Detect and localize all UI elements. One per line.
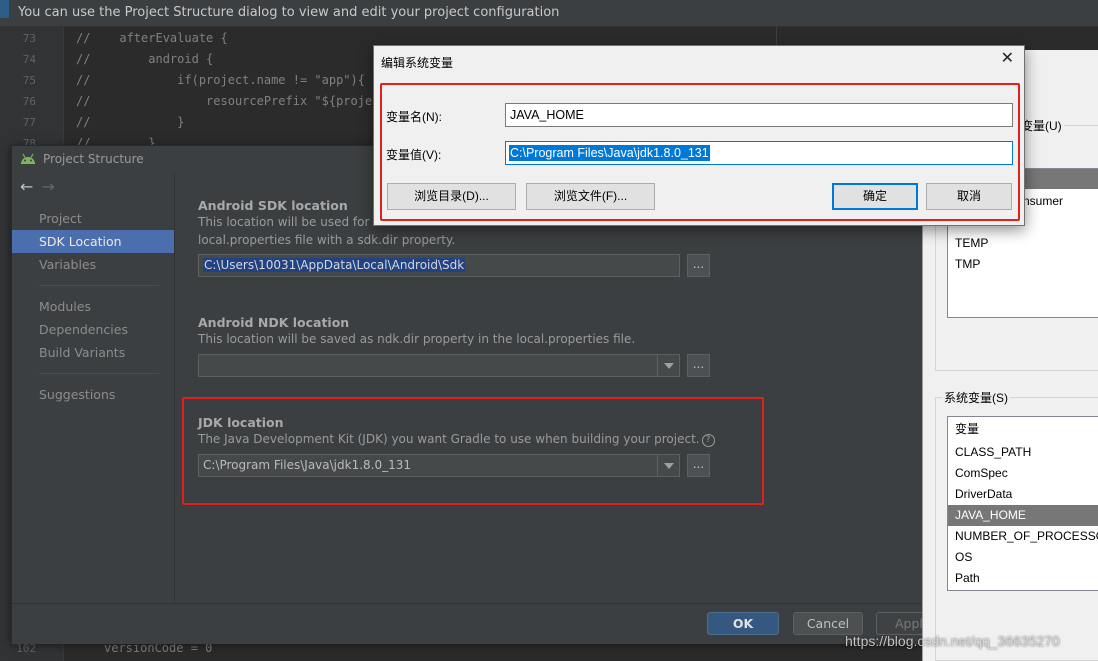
list-column-header[interactable]: 变量	[948, 419, 1098, 440]
system-vars-list[interactable]: 变量 CLASS_PATH ComSpec DriverData JAVA_HO…	[947, 416, 1098, 591]
close-icon[interactable]: ✕	[1001, 51, 1014, 67]
ndk-section-desc: This location will be saved as ndk.dir p…	[198, 332, 636, 346]
ndk-browse-button[interactable]: ...	[687, 354, 710, 377]
nav-item-modules[interactable]: Modules	[12, 295, 174, 318]
list-item[interactable]: OS	[948, 547, 1098, 568]
edit-annotation-box	[380, 83, 1020, 221]
forward-arrow-icon[interactable]: →	[41, 177, 54, 196]
list-item-selected[interactable]: JAVA_HOME	[948, 505, 1098, 526]
nav-item-project[interactable]: Project	[12, 207, 174, 230]
jdk-annotation-box	[182, 397, 764, 505]
cancel-button[interactable]: Cancel	[793, 612, 863, 635]
back-arrow-icon[interactable]: ←	[20, 177, 33, 196]
ide-badge	[0, 0, 9, 18]
nav-item-suggestions[interactable]: Suggestions	[12, 383, 174, 406]
list-item[interactable]: NUMBER_OF_PROCESSO	[948, 526, 1098, 547]
sdk-path-value: C:\Users\10031\AppData\Local\Android\Sdk	[203, 258, 466, 272]
nav-item-sdk-location[interactable]: SDK Location	[12, 230, 174, 253]
edit-system-variable-dialog: 编辑系统变量 ✕ 变量名(N): JAVA_HOME 变量值(V): C:\Pr…	[373, 45, 1025, 226]
sdk-section-desc: This location will be used for r	[198, 215, 379, 229]
sdk-browse-button[interactable]: ...	[687, 254, 710, 277]
list-item[interactable]: TMP	[948, 254, 1098, 275]
ok-button[interactable]: OK	[707, 612, 779, 635]
ide-tip-bar: You can use the Project Structure dialog…	[0, 0, 1098, 27]
dialog-title: Project Structure	[43, 152, 144, 166]
sdk-section-title: Android SDK location	[198, 198, 348, 213]
nav-arrows: ← →	[20, 177, 55, 196]
ndk-path-combobox[interactable]	[198, 354, 680, 377]
android-icon	[21, 153, 35, 164]
nav-item-variables[interactable]: Variables	[12, 253, 174, 276]
nav-separator	[39, 285, 159, 286]
list-item[interactable]: ComSpec	[948, 463, 1098, 484]
nav-item-dependencies[interactable]: Dependencies	[12, 318, 174, 341]
sdk-path-field[interactable]: C:\Users\10031\AppData\Local\Android\Sdk	[198, 254, 680, 277]
chevron-down-icon[interactable]	[657, 355, 679, 376]
sdk-section-desc-2: local.properties file with a sdk.dir pro…	[198, 233, 456, 247]
list-item[interactable]: TEMP	[948, 233, 1098, 254]
list-item[interactable]: DriverData	[948, 484, 1098, 505]
dialog-title: 编辑系统变量	[381, 56, 454, 70]
watermark: https://blog.csdn.net/qq_36635270	[845, 633, 1060, 649]
list-item[interactable]: CLASS_PATH	[948, 442, 1098, 463]
user-vars-group-label: 变量(U)	[1019, 117, 1064, 134]
ide-tip-text: You can use the Project Structure dialog…	[18, 5, 560, 20]
settings-nav: ← → Project SDK Location Variables Module…	[12, 173, 174, 603]
list-item[interactable]: Path	[948, 568, 1098, 589]
system-vars-group-label: 系统变量(S)	[942, 389, 1010, 406]
nav-separator	[39, 373, 159, 374]
nav-item-build-variants[interactable]: Build Variants	[12, 341, 174, 364]
sdk-location-panel: Android SDK location This location will …	[174, 173, 922, 603]
dialog-footer: OK Cancel Appl	[12, 603, 936, 644]
ndk-section-title: Android NDK location	[198, 315, 350, 330]
